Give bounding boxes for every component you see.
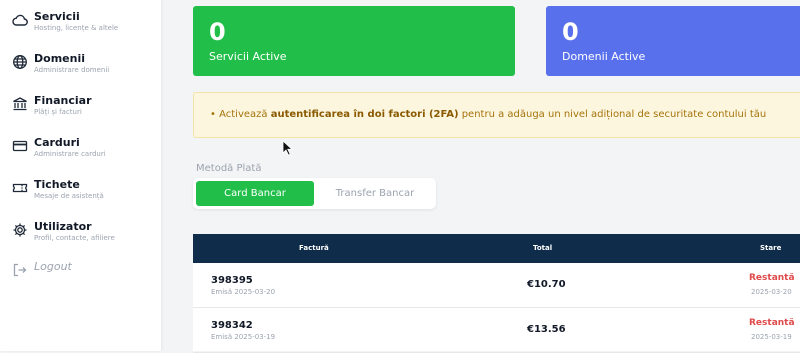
- sidebar-item-tichete[interactable]: Tichete Mesaje de asistență: [12, 179, 104, 201]
- sidebar-item-servicii[interactable]: Servicii Hosting, licențe & altele: [12, 11, 118, 33]
- payment-method-toggle: Card Bancar Transfer Bancar: [193, 178, 436, 209]
- active-services-card[interactable]: 0 Servicii Active: [193, 6, 515, 76]
- active-domains-count: 0: [562, 18, 579, 46]
- ticket-icon: [12, 180, 28, 196]
- logout-label: Logout: [34, 260, 72, 273]
- alert-prefix: Activează: [219, 109, 268, 120]
- sidebar-item-sublabel: Hosting, licențe & altele: [34, 24, 119, 32]
- sidebar-item-sublabel: Plăți și facturi: [34, 108, 82, 116]
- bank-transfer-button[interactable]: Transfer Bancar: [317, 181, 433, 206]
- globe-icon: [12, 54, 28, 70]
- invoices-table: Factură Total Stare 398395 Emisă 2025-03…: [193, 234, 800, 353]
- status-badge: Restantă: [749, 273, 795, 283]
- invoice-total: €13.56: [527, 324, 566, 335]
- column-header-status[interactable]: Stare: [760, 234, 781, 263]
- sidebar-item-sublabel: Profil, contacte, afiliere: [34, 234, 115, 242]
- sidebar-item-sublabel: Administrare carduri: [34, 150, 106, 158]
- two-factor-alert: • Activează autentificarea în doi factor…: [193, 92, 800, 138]
- status-badge: Restantă: [749, 318, 795, 328]
- table-row[interactable]: 398395 Emisă 2025-03-20 €10.70 Restantă …: [193, 263, 800, 308]
- mouse-cursor-icon: [282, 140, 294, 156]
- table-row[interactable]: 398342 Emisă 2025-03-19 €13.56 Restantă …: [193, 308, 800, 353]
- sidebar: Servicii Hosting, licențe & altele Domen…: [0, 0, 161, 351]
- sidebar-item-carduri[interactable]: Carduri Administrare carduri: [12, 137, 106, 159]
- alert-suffix: pentru a adăuga un nivel adițional de se…: [461, 109, 767, 120]
- invoice-total: €10.70: [527, 279, 566, 290]
- sidebar-item-sublabel: Mesaje de asistență: [34, 192, 104, 200]
- sidebar-item-label: Financiar: [34, 94, 92, 107]
- sidebar-item-label: Tichete: [34, 178, 80, 191]
- cloud-icon: [12, 12, 28, 28]
- sidebar-item-label: Domenii: [34, 52, 85, 65]
- invoice-issued-date: Emisă 2025-03-20: [211, 288, 276, 296]
- column-header-total[interactable]: Total: [533, 234, 552, 263]
- status-date: 2025-03-20: [751, 288, 792, 296]
- enable-2fa-link[interactable]: autentificarea în doi factori (2FA): [271, 109, 459, 120]
- payment-method-label: Metodă Plată: [196, 163, 262, 174]
- alert-bullet: •: [210, 109, 216, 120]
- logout-button[interactable]: Logout: [12, 261, 72, 278]
- credit-card-icon: [12, 138, 28, 154]
- active-domains-label: Domenii Active: [562, 50, 646, 63]
- sidebar-item-utilizator[interactable]: Utilizator Profil, contacte, afiliere: [12, 221, 115, 243]
- sidebar-item-sublabel: Administrare domenii: [34, 66, 110, 74]
- invoice-issued-date: Emisă 2025-03-19: [211, 333, 276, 341]
- gear-icon: [12, 222, 28, 238]
- sidebar-item-label: Carduri: [34, 136, 80, 149]
- active-services-label: Servicii Active: [209, 50, 287, 63]
- card-payment-button[interactable]: Card Bancar: [196, 181, 314, 206]
- invoice-number: 398395: [211, 275, 253, 286]
- table-header: Factură Total Stare: [193, 234, 800, 263]
- sidebar-item-label: Utilizator: [34, 220, 92, 233]
- active-services-count: 0: [209, 18, 226, 46]
- column-header-invoice[interactable]: Factură: [299, 234, 329, 263]
- invoice-number: 398342: [211, 320, 253, 331]
- active-domains-card[interactable]: 0 Domenii Active: [546, 6, 800, 76]
- sidebar-item-domenii[interactable]: Domenii Administrare domenii: [12, 53, 109, 75]
- status-date: 2025-03-19: [751, 333, 792, 341]
- logout-icon: [12, 262, 28, 278]
- sidebar-item-financiar[interactable]: Financiar Plăți și facturi: [12, 95, 92, 117]
- bank-icon: [12, 96, 28, 112]
- sidebar-item-label: Servicii: [34, 10, 80, 23]
